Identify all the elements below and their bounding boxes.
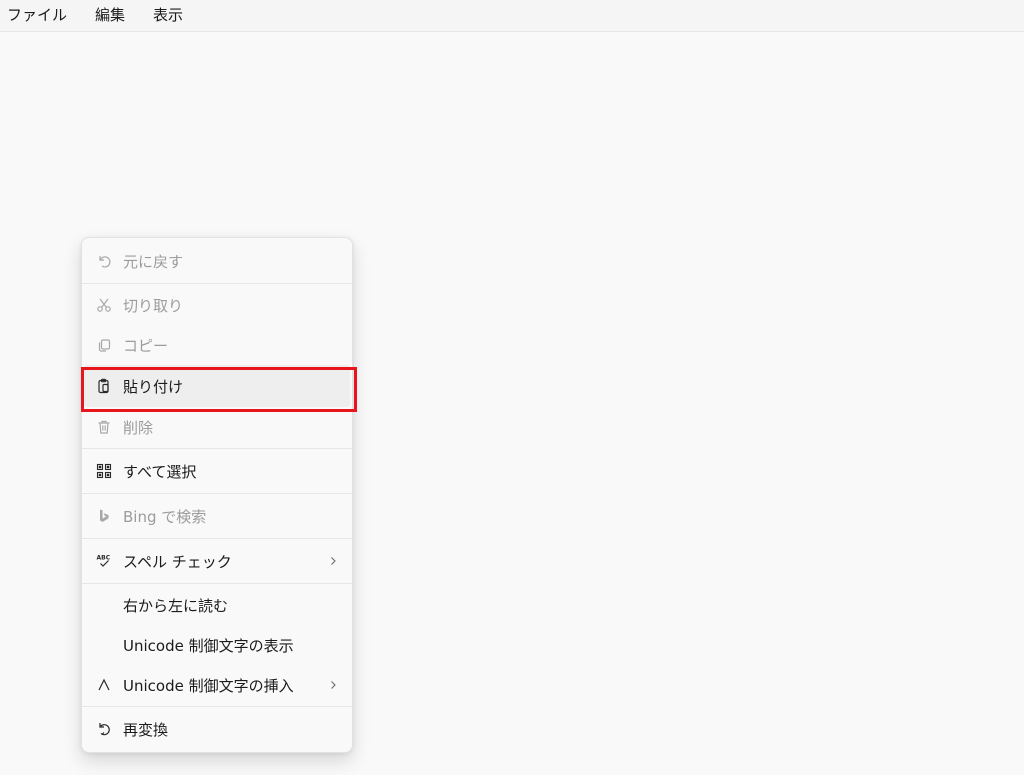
menu-item-label: 元に戻す (123, 252, 184, 271)
menu-item-label: 削除 (123, 418, 154, 437)
bing-icon (94, 506, 114, 526)
menu-item-reconvert[interactable]: 再変換 (82, 708, 352, 750)
svg-text:ABC: ABC (97, 555, 111, 562)
menu-bar: ファイル 編集 表示 (0, 0, 1024, 32)
menu-item-label: 貼り付け (123, 377, 184, 396)
menu-item-insert-unicode-control[interactable]: Unicode 制御文字の挿入 (82, 665, 352, 705)
menu-edit[interactable]: 編集 (81, 0, 139, 31)
select-all-icon (94, 461, 114, 481)
menu-item-label: コピー (123, 336, 169, 355)
spellcheck-icon: ABC (94, 551, 114, 571)
separator (82, 283, 352, 284)
paste-icon (94, 376, 114, 396)
menu-item-cut[interactable]: 切り取り (82, 285, 352, 325)
menu-item-label: 右から左に読む (123, 596, 229, 615)
reconvert-icon (94, 719, 114, 739)
delete-icon (94, 417, 114, 437)
menu-item-copy[interactable]: コピー (82, 325, 352, 365)
menu-item-label: すべて選択 (123, 462, 197, 481)
menu-item-label: Bing で検索 (123, 507, 207, 526)
menu-view[interactable]: 表示 (139, 0, 197, 31)
menu-item-spellcheck[interactable]: ABC スペル チェック (82, 540, 352, 582)
context-menu: 元に戻す 切り取り コピー 貼り付け 削除 すべて選択 Bing で検索 ABC… (81, 237, 353, 753)
separator (82, 538, 352, 539)
menu-item-paste[interactable]: 貼り付け (84, 365, 350, 407)
separator (82, 706, 352, 707)
menu-item-label: Unicode 制御文字の表示 (123, 636, 294, 655)
menu-item-delete[interactable]: 削除 (82, 407, 352, 447)
chevron-right-icon (328, 556, 338, 566)
menu-item-rtl-reading[interactable]: 右から左に読む (82, 585, 352, 625)
separator (82, 448, 352, 449)
menu-item-bing-search[interactable]: Bing で検索 (82, 495, 352, 537)
menu-item-undo[interactable]: 元に戻す (82, 240, 352, 282)
menu-item-label: 再変換 (123, 720, 169, 739)
undo-icon (94, 251, 114, 271)
chevron-right-icon (328, 680, 338, 690)
menu-item-select-all[interactable]: すべて選択 (82, 450, 352, 492)
menu-item-label: Unicode 制御文字の挿入 (123, 676, 294, 695)
menu-item-label: 切り取り (123, 296, 184, 315)
menu-item-label: スペル チェック (123, 552, 232, 571)
menu-item-show-unicode-control[interactable]: Unicode 制御文字の表示 (82, 625, 352, 665)
caret-icon (94, 675, 114, 695)
cut-icon (94, 295, 114, 315)
separator (82, 583, 352, 584)
copy-icon (94, 335, 114, 355)
menu-file[interactable]: ファイル (0, 0, 81, 31)
separator (82, 493, 352, 494)
